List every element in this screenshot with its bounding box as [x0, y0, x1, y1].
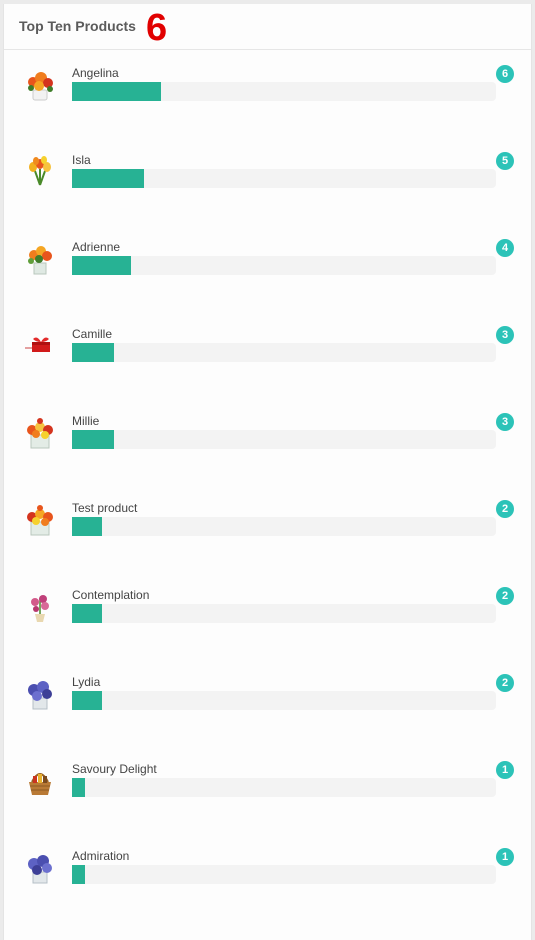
hydrangea-vase-icon	[28, 681, 52, 710]
product-bar-fill	[72, 691, 102, 710]
product-name: Angelina	[72, 66, 119, 80]
product-bar	[72, 82, 496, 101]
product-item[interactable]: Admiration 1	[4, 843, 531, 903]
product-bar-fill	[72, 169, 145, 188]
product-item[interactable]: Angelina 6	[4, 60, 531, 120]
product-bar	[72, 691, 496, 710]
product-bar	[72, 604, 496, 623]
panel-badge: 6	[146, 7, 168, 49]
product-bar	[72, 169, 496, 188]
product-name: Admiration	[72, 849, 130, 863]
flower-bouquet-orange-icon	[28, 72, 53, 101]
product-bar	[72, 430, 496, 449]
product-name: Contemplation	[72, 588, 150, 602]
panel-title: Top Ten Products	[19, 18, 136, 34]
product-item[interactable]: Test product 2	[4, 495, 531, 555]
product-bar-fill	[72, 865, 85, 884]
product-count-badge: 1	[496, 848, 514, 866]
product-bar	[72, 343, 496, 362]
product-item[interactable]: Camille 3	[4, 321, 531, 381]
gift-box-icon	[25, 337, 50, 352]
product-name: Isla	[72, 153, 91, 167]
product-count-badge: 3	[496, 413, 514, 431]
product-item[interactable]: Millie 3	[4, 408, 531, 468]
product-bar-fill	[72, 517, 102, 536]
product-bar-fill	[72, 256, 132, 275]
product-name: Test product	[72, 501, 138, 515]
hydrangea-vase-icon	[28, 855, 52, 884]
product-count-badge: 3	[496, 326, 514, 344]
product-bar-fill	[72, 604, 102, 623]
product-bar	[72, 865, 496, 884]
product-count-badge: 2	[496, 587, 514, 605]
product-name: Adrienne	[72, 240, 121, 254]
product-bar	[72, 517, 496, 536]
flower-vase-orange-icon	[28, 246, 52, 275]
product-item[interactable]: Lydia 2	[4, 669, 531, 729]
flower-cube-icon	[27, 418, 53, 449]
product-item[interactable]: Adrienne 4	[4, 234, 531, 294]
orchid-pot-icon	[31, 595, 49, 622]
product-count-badge: 2	[496, 674, 514, 692]
product-name: Millie	[72, 414, 100, 428]
product-item[interactable]: Contemplation 2	[4, 582, 531, 642]
product-name: Savoury Delight	[72, 762, 157, 776]
gift-basket-icon	[29, 773, 51, 795]
flower-cube-icon	[27, 505, 53, 536]
product-bar-fill	[72, 430, 115, 449]
product-count-badge: 4	[496, 239, 514, 257]
product-count-badge: 5	[496, 152, 514, 170]
product-bar-fill	[72, 343, 115, 362]
product-name: Camille	[72, 327, 113, 341]
product-count-badge: 1	[496, 761, 514, 779]
product-bar	[72, 778, 496, 797]
product-bar-fill	[72, 82, 162, 101]
product-item[interactable]: Savoury Delight 1	[4, 756, 531, 816]
product-count-badge: 2	[496, 500, 514, 518]
product-bar-fill	[72, 778, 85, 797]
tulip-bouquet-icon	[29, 156, 51, 186]
product-count-badge: 6	[496, 65, 514, 83]
product-item[interactable]: Isla 5	[4, 147, 531, 207]
product-bar	[72, 256, 496, 275]
panel-header: Top Ten Products 6	[4, 4, 531, 50]
product-name: Lydia	[72, 675, 101, 689]
top-products-panel: Top Ten Products 6 Angelina 6 Isla 5 Adr…	[3, 4, 532, 940]
